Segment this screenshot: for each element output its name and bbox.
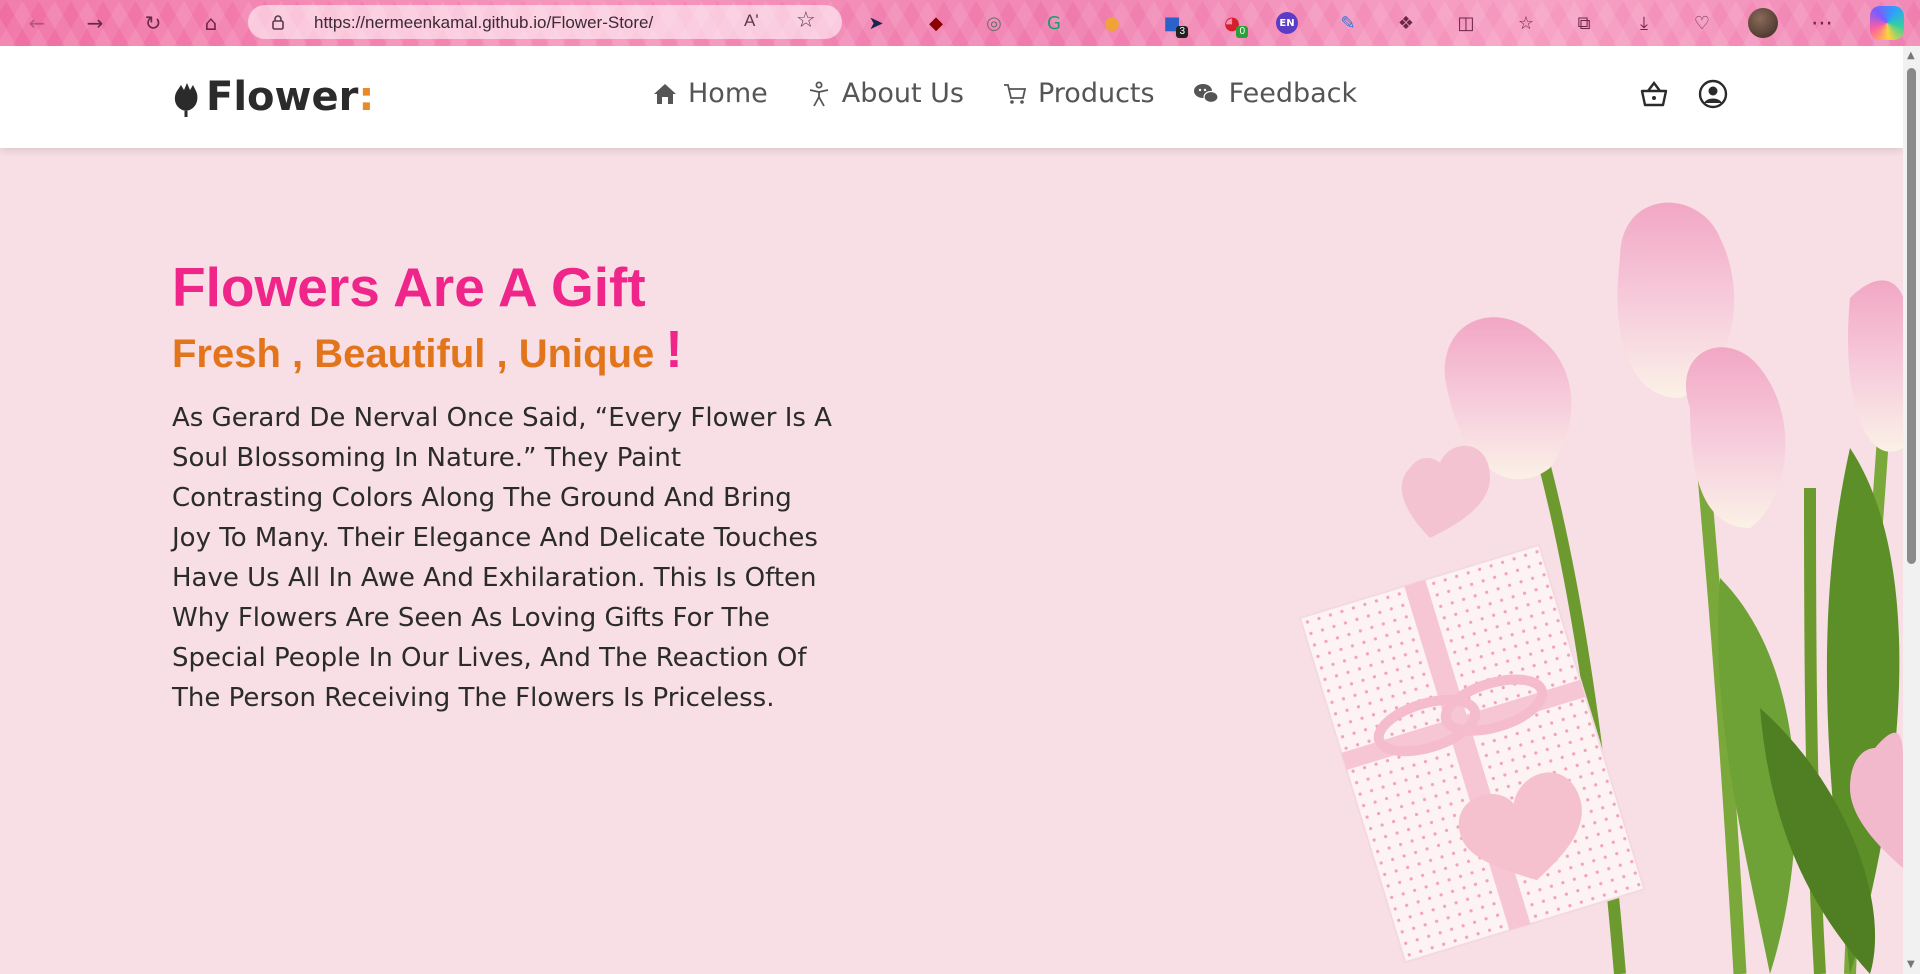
- hero-section: Flowers Are A Gift Fresh , Beautiful , U…: [172, 254, 852, 718]
- nav-about-label: About Us: [841, 78, 964, 109]
- nav-products[interactable]: Products: [1002, 78, 1155, 109]
- collections-icon[interactable]: ⧉: [1570, 9, 1598, 37]
- browser-essentials-icon[interactable]: ♡: [1688, 9, 1716, 37]
- hero-subtitle: Fresh , Beautiful , Unique !: [172, 324, 852, 380]
- lock-icon[interactable]: [270, 14, 286, 30]
- nav-feedback-label: Feedback: [1228, 78, 1358, 109]
- cart-icon: [1003, 83, 1027, 104]
- page-viewport: Flower: Home About Us Products Feedback …: [0, 46, 1903, 974]
- forward-icon[interactable]: →: [80, 8, 110, 38]
- site-header: Flower: Home About Us Products Feedback: [0, 46, 1903, 148]
- scroll-thumb[interactable]: [1907, 68, 1916, 564]
- grammarly-icon[interactable]: G: [1040, 9, 1068, 37]
- language-extension-icon[interactable]: EN: [1276, 12, 1298, 34]
- logo-text: Flower: [206, 74, 359, 120]
- ghostery-badge: 3: [1176, 26, 1188, 38]
- nav-home[interactable]: Home: [652, 78, 768, 109]
- eyedropper-icon[interactable]: ✎: [1334, 9, 1362, 37]
- home-browser-icon[interactable]: ⌂: [196, 8, 226, 38]
- scroll-down-arrow-icon[interactable]: ▼: [1907, 959, 1915, 970]
- egg-extension-icon[interactable]: ●: [1098, 9, 1126, 37]
- ublock-icon[interactable]: ◆: [922, 9, 950, 37]
- main-nav: Home About Us Products Feedback: [652, 78, 1357, 109]
- scroll-up-arrow-icon[interactable]: ▲: [1907, 50, 1915, 61]
- address-bar[interactable]: https://nermeenkamal.github.io/Flower-St…: [248, 5, 842, 39]
- read-aloud-icon[interactable]: Aʹ: [744, 11, 759, 31]
- password-extension-badge: 0: [1236, 26, 1248, 38]
- hero-title: Flowers Are A Gift: [172, 256, 646, 318]
- browser-toolbar: ← → ↻ ⌂ https://nermeenkamal.github.io/F…: [0, 0, 1920, 46]
- site-logo[interactable]: Flower:: [172, 74, 374, 120]
- more-menu-icon[interactable]: ⋯: [1808, 9, 1836, 37]
- nav-feedback[interactable]: Feedback: [1193, 78, 1358, 109]
- page-scrollbar[interactable]: ▲ ▼: [1903, 46, 1920, 974]
- home-icon: [654, 83, 676, 104]
- favorites-icon[interactable]: ☆: [1512, 9, 1540, 37]
- profile-avatar[interactable]: [1748, 8, 1778, 38]
- logo-colon: :: [358, 74, 375, 120]
- person-icon: [809, 81, 828, 106]
- flower-logo-icon: [174, 83, 198, 117]
- refresh-icon[interactable]: ↻: [138, 8, 168, 38]
- nav-about[interactable]: About Us: [806, 78, 964, 109]
- url-text[interactable]: https://nermeenkamal.github.io/Flower-St…: [314, 13, 653, 33]
- split-screen-icon[interactable]: ◫: [1452, 9, 1480, 37]
- user-account-icon[interactable]: [1697, 78, 1729, 110]
- nav-products-label: Products: [1037, 78, 1155, 109]
- favorite-star-icon[interactable]: ☆: [796, 8, 816, 33]
- copilot-icon[interactable]: [1870, 6, 1904, 40]
- hero-subtitle-text: Fresh , Beautiful , Unique: [172, 332, 655, 376]
- hero-paragraph: As Gerard De Nerval Once Said, “Every Fl…: [172, 403, 832, 713]
- password-extension-icon[interactable]: ◕ 0: [1218, 9, 1248, 38]
- extensions-puzzle-icon[interactable]: ❖: [1392, 9, 1420, 37]
- nav-home-label: Home: [688, 78, 768, 109]
- hero-tulips-gift-image: [1298, 202, 1903, 974]
- ghostery-icon[interactable]: ■ 3: [1158, 9, 1188, 38]
- back-icon[interactable]: ←: [22, 8, 52, 38]
- basket-icon[interactable]: [1638, 78, 1670, 110]
- chat-icon: [1193, 83, 1219, 103]
- hero-subtitle-exclamation: !: [665, 321, 683, 379]
- eyes-extension-icon[interactable]: ◎: [980, 9, 1008, 37]
- downloads-icon[interactable]: ⤓: [1630, 9, 1658, 37]
- cursor-extension-icon[interactable]: ➤: [862, 9, 890, 37]
